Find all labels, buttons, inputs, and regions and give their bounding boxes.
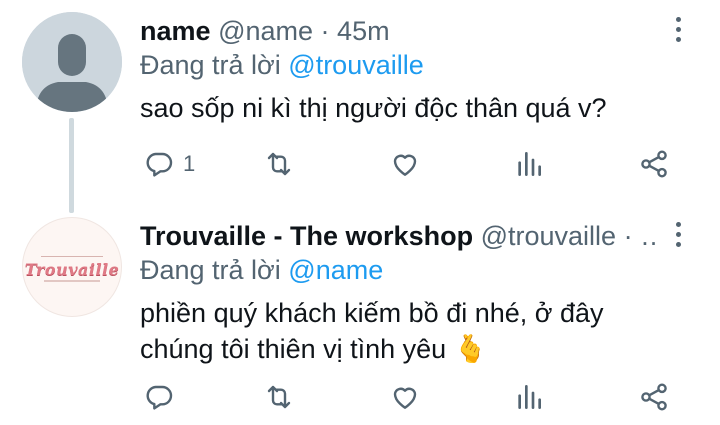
retweet-button[interactable] — [263, 375, 295, 419]
reply-icon — [146, 385, 173, 410]
timestamp[interactable]: 45m — [337, 16, 390, 46]
replying-to-label: Đang trả lời — [140, 255, 281, 285]
hand-with-index-finger-and-thumb-crossed-emoji: 🫰 — [453, 334, 488, 364]
separator: · … — [623, 221, 660, 251]
display-name[interactable]: name — [140, 16, 211, 46]
logo-text: Trouvaille — [24, 259, 120, 279]
retweet-button[interactable] — [263, 142, 295, 186]
logo-tagline — [44, 279, 100, 282]
tweet-text: phiền quý khách kiếm bồ đi nhé, ở đây ch… — [140, 295, 690, 367]
retweet-icon — [267, 152, 291, 176]
stats-icon — [518, 152, 541, 176]
separator: · — [320, 16, 330, 46]
tweet-text-line-2-wrap: chúng tôi thiên vị tình yêu 🫰 — [140, 331, 690, 367]
tweet-header: name @name · 45m — [140, 14, 660, 48]
share-button[interactable] — [638, 142, 670, 186]
replying-to: Đang trả lời @trouvaille — [140, 48, 424, 82]
more-icon[interactable] — [668, 12, 688, 46]
logo-divider — [41, 255, 103, 257]
tweet-actions: 1 — [140, 142, 700, 186]
retweet-icon — [267, 385, 291, 409]
tweet-text-line-1: phiền quý khách kiếm bồ đi nhé, ở đây — [140, 298, 604, 328]
user-handle[interactable]: @trouvaille — [481, 221, 616, 251]
trouvaille-logo: Trouvaille — [23, 218, 121, 316]
display-name[interactable]: Trouvaille - The workshop — [140, 221, 473, 251]
user-handle[interactable]: @name — [218, 16, 313, 46]
thread-connector — [69, 118, 74, 213]
like-button[interactable] — [389, 375, 421, 419]
stats-icon — [518, 385, 541, 409]
like-button[interactable] — [389, 142, 421, 186]
stats-button[interactable] — [513, 142, 545, 186]
reply-count: 1 — [183, 151, 196, 176]
stats-button[interactable] — [513, 375, 545, 419]
like-icon — [393, 387, 417, 409]
share-icon — [641, 150, 667, 178]
replying-to: Đang trả lời @name — [140, 253, 383, 287]
tweet-header: Trouvaille - The workshop @trouvaille · … — [140, 219, 660, 253]
more-icon[interactable] — [668, 217, 688, 251]
default-avatar-icon — [22, 12, 122, 112]
reply-button[interactable] — [143, 375, 175, 419]
reply-icon — [146, 152, 173, 177]
user-avatar[interactable] — [22, 12, 122, 112]
share-icon — [641, 383, 667, 411]
tweet-name[interactable]: name @name · 45m Đang trả lời @trouvaill… — [0, 0, 720, 213]
mention-link[interactable]: @name — [288, 255, 383, 285]
tweet-text: sao sốp ni kì thị người độc thân quá v? — [140, 93, 607, 123]
tweet-actions — [140, 375, 700, 419]
mention-link[interactable]: @trouvaille — [288, 50, 423, 80]
tweet-trouvaille[interactable]: Trouvaille Trouvaille - The workshop @tr… — [0, 205, 720, 425]
tweet-text-line-2: chúng tôi thiên vị tình yêu — [140, 334, 447, 364]
user-avatar[interactable]: Trouvaille — [22, 217, 122, 317]
replying-to-label: Đang trả lời — [140, 50, 281, 80]
reply-button[interactable]: 1 — [143, 142, 195, 186]
like-icon — [393, 154, 417, 176]
share-button[interactable] — [638, 375, 670, 419]
